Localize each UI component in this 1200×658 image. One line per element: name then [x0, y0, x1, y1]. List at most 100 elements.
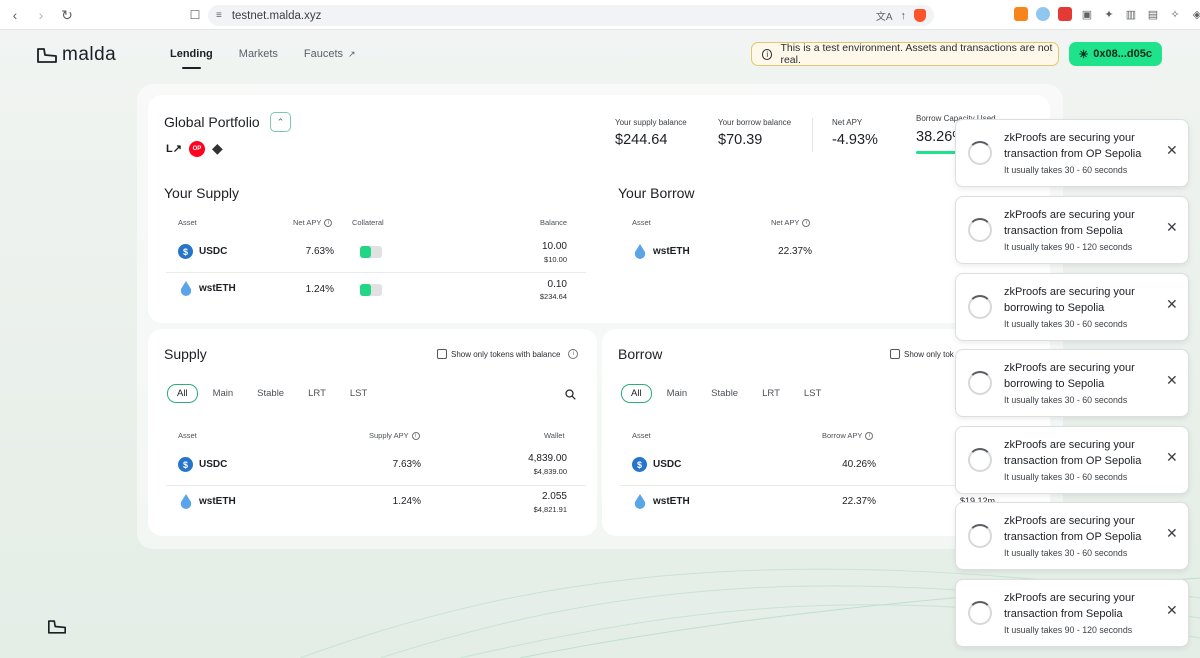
reload-icon[interactable]: ↻: [56, 4, 78, 26]
supply-title: Supply: [164, 346, 207, 362]
supply-filter-checkbox[interactable]: [437, 349, 447, 359]
supply-balance-filter[interactable]: Show only tokens with balance i: [437, 349, 579, 359]
leo-ai-icon[interactable]: ✧: [1168, 7, 1182, 21]
close-icon[interactable]: ✕: [1166, 296, 1178, 313]
supply-balance-value: $244.64: [615, 132, 668, 148]
toast-subtitle: It usually takes 30 - 60 seconds: [1004, 472, 1128, 482]
borrow-tab-main[interactable]: Main: [658, 385, 697, 402]
site-settings-icon[interactable]: ≡: [216, 10, 222, 21]
bookmark-icon[interactable]: ☐: [184, 4, 206, 26]
back-icon[interactable]: ‹: [4, 4, 26, 26]
borrow-filter-label: Show only tok: [904, 349, 954, 359]
close-icon[interactable]: ✕: [1166, 449, 1178, 466]
your-borrow-title: Your Borrow: [618, 185, 695, 201]
info-icon[interactable]: i: [865, 431, 874, 440]
supply-row-wsteth-asset[interactable]: wstETH: [178, 494, 236, 509]
toast-subtitle: It usually takes 90 - 120 seconds: [1004, 625, 1133, 635]
wallet-icon[interactable]: ▤: [1146, 7, 1160, 21]
collateral-toggle-wsteth[interactable]: [360, 284, 382, 296]
your-supply-collateral-header: Collateral: [352, 218, 384, 227]
linea-network-icon[interactable]: L↗: [166, 142, 182, 155]
metamask-icon[interactable]: [1014, 7, 1028, 21]
supply-apy-header: Supply APY i: [369, 431, 420, 440]
supply-tab-main[interactable]: Main: [204, 385, 243, 402]
your-supply-title: Your Supply: [164, 185, 239, 201]
footer-logo[interactable]: [47, 618, 67, 640]
brave-shield-icon[interactable]: [914, 9, 926, 22]
asset-name: USDC: [199, 246, 228, 257]
borrow-tab-all[interactable]: All: [621, 384, 652, 403]
borrow-tab-stable[interactable]: Stable: [702, 385, 747, 402]
search-icon[interactable]: [565, 387, 576, 400]
supply-tab-stable[interactable]: Stable: [248, 385, 293, 402]
usdc-icon: $: [178, 244, 193, 259]
wallet-button[interactable]: ✳ 0x08...d05c: [1069, 42, 1162, 66]
borrow-tabs: All Main Stable LRT LST: [621, 384, 830, 403]
address-bar[interactable]: ≡ testnet.malda.xyz 文A ↑: [208, 5, 934, 26]
nav-lending[interactable]: Lending: [170, 48, 213, 69]
brand-logo[interactable]: malda: [36, 44, 116, 66]
toast-notification: zkProofs are securing your transaction f…: [955, 579, 1189, 647]
ethereum-network-icon[interactable]: ◆: [212, 140, 223, 157]
info-icon[interactable]: i: [802, 218, 811, 227]
collapse-portfolio-button[interactable]: ⌃: [270, 112, 291, 132]
toast-title: zkProofs are securing your transaction f…: [1004, 592, 1135, 620]
borrow-balance-filter[interactable]: Show only tok: [890, 349, 954, 359]
borrow-balance-label: Your borrow balance: [718, 118, 792, 127]
nav-faucets[interactable]: Faucets ↗: [304, 48, 356, 60]
toast-notification: zkProofs are securing your transaction f…: [955, 426, 1189, 494]
info-icon[interactable]: i: [568, 349, 579, 359]
toast-notification: zkProofs are securing your transaction f…: [955, 502, 1189, 570]
loading-spinner-icon: [968, 524, 992, 548]
borrow-asset-header: Asset: [632, 431, 651, 440]
borrow-tab-lrt[interactable]: LRT: [753, 385, 789, 402]
borrow-tab-lst[interactable]: LST: [795, 385, 830, 402]
supply-tab-lrt[interactable]: LRT: [299, 385, 335, 402]
extension-icon-lock[interactable]: ▣: [1080, 7, 1094, 21]
borrow-row-wsteth-asset[interactable]: wstETH: [632, 494, 690, 509]
collateral-toggle-usdc[interactable]: [360, 246, 382, 258]
external-link-icon: ↗: [348, 48, 356, 59]
close-icon[interactable]: ✕: [1166, 525, 1178, 542]
your-supply-row-usdc-asset[interactable]: $ USDC: [178, 244, 227, 259]
close-icon[interactable]: ✕: [1166, 372, 1178, 389]
your-borrow-row-wsteth-asset[interactable]: wstETH: [632, 244, 690, 259]
supply-tab-lst[interactable]: LST: [341, 385, 376, 402]
your-borrow-apy-header-label: Net APY: [771, 218, 800, 227]
your-borrow-asset-header: Asset: [632, 218, 651, 227]
info-icon[interactable]: i: [324, 218, 333, 227]
share-icon[interactable]: ↑: [901, 10, 907, 22]
toast-notification: zkProofs are securing your transaction f…: [955, 119, 1189, 187]
your-supply-row-wsteth-asset[interactable]: wstETH: [178, 281, 236, 296]
vpn-icon[interactable]: ◈: [1190, 7, 1200, 21]
close-icon[interactable]: ✕: [1166, 142, 1178, 159]
nav-markets[interactable]: Markets: [239, 48, 278, 60]
borrow-filter-checkbox[interactable]: [890, 349, 900, 359]
your-supply-row-wsteth-balance: 0.10: [547, 279, 567, 290]
wsteth-icon: [632, 494, 647, 509]
sidebar-icon[interactable]: ▥: [1124, 7, 1138, 21]
extension-icon-blue[interactable]: [1036, 7, 1050, 21]
row-divider: [166, 485, 586, 486]
optimism-network-icon[interactable]: OP: [188, 140, 205, 157]
toast-subtitle: It usually takes 30 - 60 seconds: [1004, 319, 1128, 329]
your-borrow-apy-header: Net APY i: [771, 218, 811, 227]
toast-subtitle: It usually takes 30 - 60 seconds: [1004, 165, 1128, 175]
close-icon[interactable]: ✕: [1166, 602, 1178, 619]
portfolio-title: Global Portfolio: [164, 114, 260, 130]
loading-spinner-icon: [968, 218, 992, 242]
stats-divider: [812, 118, 813, 152]
supply-row-usdc-apy: 7.63%: [392, 459, 421, 470]
toast-title: zkProofs are securing your transaction f…: [1004, 209, 1135, 237]
borrow-row-usdc-asset[interactable]: $ USDC: [632, 457, 681, 472]
loading-spinner-icon: [968, 141, 992, 165]
translate-icon[interactable]: 文A: [876, 8, 893, 23]
extension-icon-red[interactable]: [1058, 7, 1072, 21]
asset-name: wstETH: [199, 496, 236, 507]
info-icon[interactable]: i: [411, 431, 420, 440]
extensions-puzzle-icon[interactable]: ✦: [1102, 7, 1116, 21]
supply-tab-all[interactable]: All: [167, 384, 198, 403]
close-icon[interactable]: ✕: [1166, 219, 1178, 236]
forward-icon[interactable]: ›: [30, 4, 52, 26]
supply-row-usdc-asset[interactable]: $ USDC: [178, 457, 227, 472]
